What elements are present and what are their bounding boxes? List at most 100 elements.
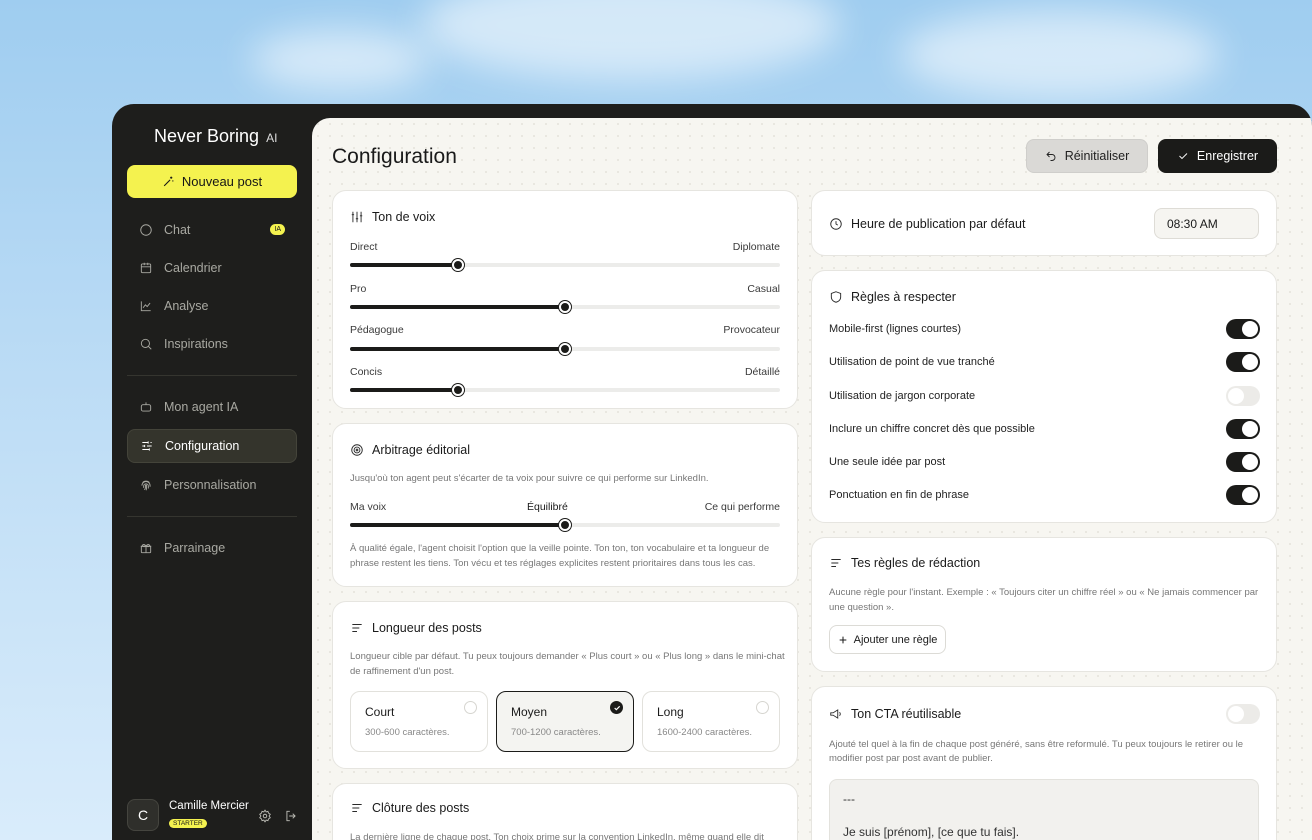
slider-fill xyxy=(350,388,458,392)
rule-toggle-une-idee[interactable] xyxy=(1226,452,1260,472)
length-title: Longueur des posts xyxy=(372,621,482,635)
closing-card: Clôture des posts La dernière ligne de c… xyxy=(332,783,798,840)
sidebar-item-label: Inspirations xyxy=(164,337,228,351)
slider-handle[interactable] xyxy=(451,259,464,271)
writing-rules-header: Tes règles de rédaction xyxy=(829,556,980,570)
sidebar-item-personnalisation[interactable]: Personnalisation xyxy=(127,468,297,502)
publish-time-label: Heure de publication par défaut xyxy=(851,217,1026,231)
cta-header: Ton CTA réutilisable xyxy=(829,707,961,721)
radio-icon xyxy=(464,701,477,714)
length-option-court[interactable]: Court 300-600 caractères. xyxy=(350,691,488,752)
closing-title: Clôture des posts xyxy=(372,801,470,815)
tone-slider-concis-detaille[interactable] xyxy=(350,384,780,396)
user-profile[interactable]: C Camille Mercier STARTER xyxy=(127,799,249,831)
rule-label: Une seule idée par post xyxy=(829,456,946,468)
ia-badge: IA xyxy=(270,224,285,235)
clock-icon xyxy=(830,218,842,230)
main-content: Configuration Réinitialiser Enregistrer … xyxy=(312,118,1312,840)
tone-card: Ton de voix Direct Diplomate Pro Casual … xyxy=(332,190,798,409)
rules-header: Règles à respecter xyxy=(829,290,956,304)
publish-time-card: Heure de publication par défaut 08:30 AM xyxy=(811,190,1277,256)
sliders-icon xyxy=(142,441,152,451)
slider-handle[interactable] xyxy=(559,343,571,355)
gift-icon xyxy=(140,543,152,554)
rule-toggle-mobile-first[interactable] xyxy=(1226,319,1260,339)
app-window: Never Boring AI Nouveau post Chat IA Cal… xyxy=(112,104,1312,840)
publish-time-input[interactable]: 08:30 AM xyxy=(1154,208,1259,239)
cta-description: modifier post par post avant de publier. xyxy=(829,753,993,764)
text-lines-icon xyxy=(352,804,362,812)
magic-wand-icon xyxy=(163,176,174,187)
sidebar-item-label: Mon agent IA xyxy=(164,400,239,414)
brand-logo: Never Boring AI xyxy=(154,126,277,147)
tone-slider-pro-casual[interactable] xyxy=(350,301,780,313)
tone-header: Ton de voix xyxy=(350,210,435,224)
slider-fill xyxy=(350,523,565,527)
sidebar-item-mon-agent-ia[interactable]: Mon agent IA xyxy=(127,390,297,424)
sidebar-item-label: Parrainage xyxy=(164,541,226,555)
cta-toggle[interactable] xyxy=(1226,704,1260,724)
sidebar-item-chat[interactable]: Chat IA xyxy=(127,213,297,247)
new-post-button[interactable]: Nouveau post xyxy=(127,165,297,198)
writing-rules-card: Tes règles de rédaction Aucune règle pou… xyxy=(811,537,1277,672)
add-rule-label: Ajouter une règle xyxy=(853,633,938,646)
page-title: Configuration xyxy=(332,145,457,168)
rule-label: Inclure un chiffre concret dès que possi… xyxy=(829,423,1035,435)
sidebar-item-analyse[interactable]: Analyse xyxy=(127,289,297,323)
fingerprint-icon xyxy=(141,480,151,491)
sidebar-item-inspirations[interactable]: Inspirations xyxy=(127,327,297,361)
sidebar: Never Boring AI Nouveau post Chat IA Cal… xyxy=(112,104,312,840)
arbitrage-description: Jusqu'où ton agent peut s'écarter de ta … xyxy=(350,473,709,484)
slider-handle[interactable] xyxy=(451,384,464,396)
chart-line-icon xyxy=(140,301,151,312)
sidebar-item-label: Calendrier xyxy=(164,261,222,275)
sidebar-divider xyxy=(127,375,297,376)
reset-button[interactable]: Réinitialiser xyxy=(1026,139,1148,173)
sky-cloud xyxy=(420,0,840,80)
slider-handle[interactable] xyxy=(559,301,571,313)
length-option-moyen[interactable]: Moyen 700-1200 caractères. xyxy=(496,691,634,752)
radio-icon xyxy=(756,701,769,714)
save-button[interactable]: Enregistrer xyxy=(1158,139,1277,173)
slider-fill xyxy=(350,263,458,267)
slider-handle[interactable] xyxy=(559,519,571,531)
option-range: 700-1200 caractères. xyxy=(511,727,601,738)
save-label: Enregistrer xyxy=(1196,149,1259,163)
sky-cloud xyxy=(900,10,1220,100)
sidebar-item-label: Analyse xyxy=(164,299,209,313)
arbitrage-slider[interactable] xyxy=(350,519,780,531)
length-option-long[interactable]: Long 1600-2400 caractères. xyxy=(642,691,780,752)
length-card: Longueur des posts Longueur cible par dé… xyxy=(332,601,798,769)
chat-bubble-icon xyxy=(140,224,152,236)
sidebar-item-parrainage[interactable]: Parrainage xyxy=(127,531,297,565)
tone-slider-direct-diplomate[interactable] xyxy=(350,259,780,271)
arbitrage-title: Arbitrage éditorial xyxy=(372,443,470,457)
slider-right-label: Détaillé xyxy=(744,366,780,378)
new-post-label: Nouveau post xyxy=(181,174,263,189)
user-name: Camille Mercier xyxy=(169,800,249,812)
settings-icon[interactable] xyxy=(258,809,272,823)
add-rule-button[interactable]: Ajouter une règle xyxy=(829,625,946,654)
slider-right-label: Provocateur xyxy=(723,324,780,336)
logout-icon[interactable] xyxy=(284,809,298,823)
arbitrage-right-label: Ce qui performe xyxy=(704,501,780,513)
arbitrage-note: phrase restent les tiens. Ton vécu et te… xyxy=(350,558,756,569)
avatar: C xyxy=(127,799,159,831)
sidebar-divider xyxy=(127,516,297,517)
tone-slider-pedagogue-provocateur[interactable] xyxy=(350,343,780,355)
rule-toggle-jargon[interactable] xyxy=(1226,386,1260,406)
rule-toggle-point-de-vue[interactable] xyxy=(1226,352,1260,372)
rule-toggle-ponctuation[interactable] xyxy=(1226,485,1260,505)
sidebar-item-label: Personnalisation xyxy=(164,478,257,492)
cta-title: Ton CTA réutilisable xyxy=(851,707,962,721)
check-icon xyxy=(1179,153,1188,160)
sidebar-item-configuration[interactable]: Configuration xyxy=(127,429,297,463)
sidebar-item-calendrier[interactable]: Calendrier xyxy=(127,251,297,285)
rule-toggle-chiffre[interactable] xyxy=(1226,419,1260,439)
brand-suffix: AI xyxy=(266,131,278,145)
cta-textarea[interactable]: --- Je suis [prénom], [ce que tu fais]. xyxy=(829,779,1259,840)
search-icon xyxy=(140,338,152,350)
slider-fill xyxy=(350,347,565,351)
slider-fill xyxy=(350,305,565,309)
rules-card: Règles à respecter Mobile-first (lignes … xyxy=(811,270,1277,523)
